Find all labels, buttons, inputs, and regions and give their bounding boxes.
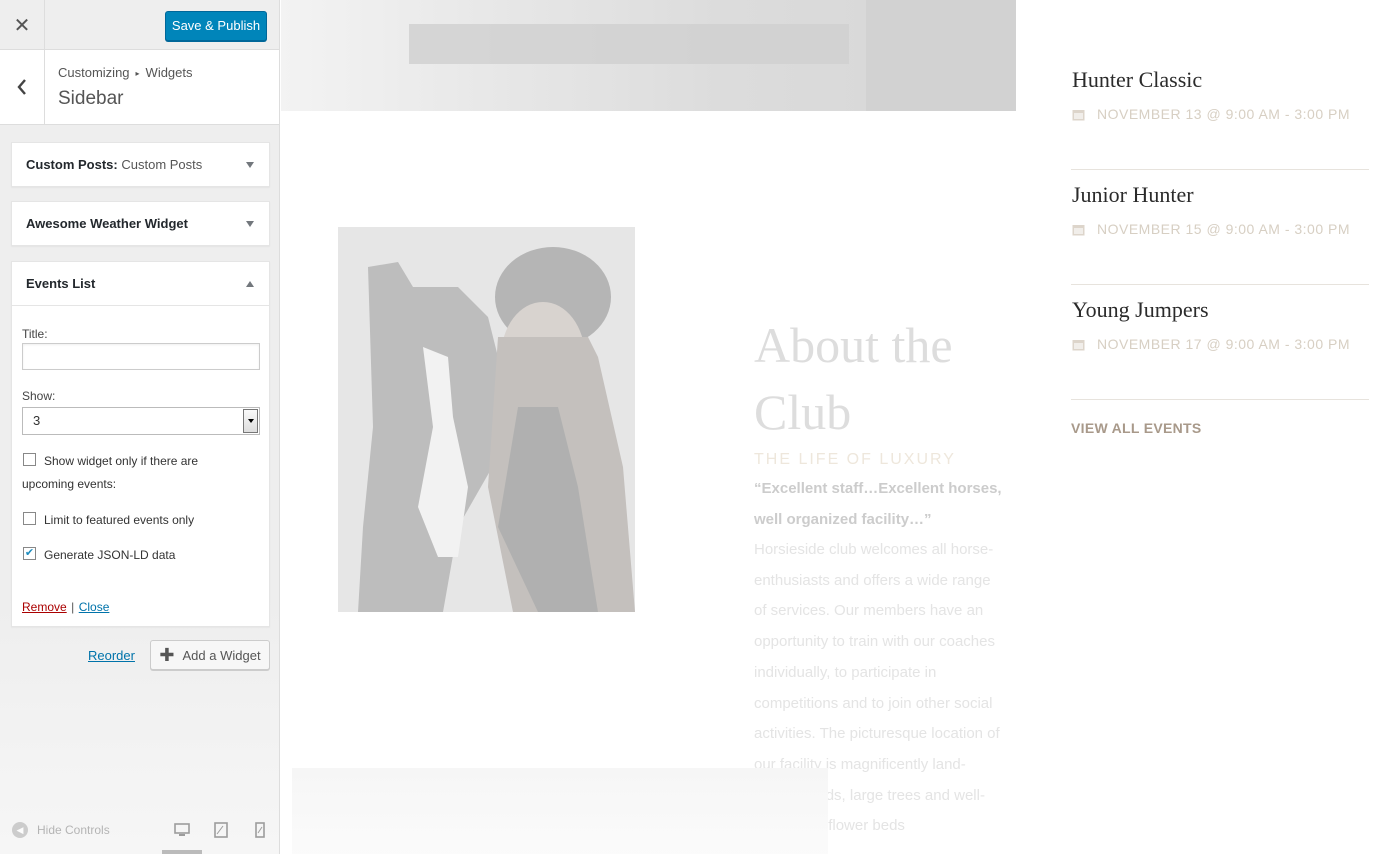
event-date-text: NOVEMBER 15 @ 9:00 AM - 3:00 PM xyxy=(1097,221,1351,237)
hero-band xyxy=(409,24,849,64)
close-customizer-button[interactable]: ✕ xyxy=(0,0,45,50)
tablet-icon[interactable] xyxy=(214,822,228,838)
hero-shade xyxy=(866,0,1016,111)
photo-illustration xyxy=(338,227,635,612)
widget-subtitle: Custom Posts xyxy=(121,157,203,172)
reorder-link[interactable]: Reorder xyxy=(88,648,135,663)
view-all-events-link[interactable]: VIEW ALL EVENTS xyxy=(1071,420,1202,436)
widget-header[interactable]: Custom Posts: Custom Posts xyxy=(12,143,269,186)
event-date: NOVEMBER 17 @ 9:00 AM - 3:00 PM xyxy=(1072,336,1350,352)
hide-controls-button[interactable]: ◀ Hide Controls xyxy=(12,822,110,838)
event-date-text: NOVEMBER 13 @ 9:00 AM - 3:00 PM xyxy=(1097,106,1351,122)
json-ld-label: Generate JSON-LD data xyxy=(44,548,176,562)
desktop-icon[interactable] xyxy=(174,822,190,838)
remove-link[interactable]: Remove xyxy=(22,600,67,614)
customizer-footer: ◀ Hide Controls xyxy=(0,812,279,854)
json-ld-checkbox[interactable]: ✔ xyxy=(23,547,36,560)
breadcrumb-section: Widgets xyxy=(145,65,193,80)
plus-icon: ✚ xyxy=(159,645,175,665)
widget-title: Custom Posts xyxy=(26,157,114,172)
customizer-header: ✕ Save & Publish xyxy=(0,0,279,50)
about-subtitle: THE LIFE OF LUXURY xyxy=(754,451,956,468)
add-widget-button[interactable]: ✚ Add a Widget xyxy=(150,640,270,670)
customizer-sidebar: ✕ Save & Publish Customizing ▸ Widgets Sid… xyxy=(0,0,280,854)
widget-title: Events List xyxy=(26,276,96,291)
save-publish-button[interactable]: Save & Publish xyxy=(165,11,267,41)
about-quote: “Excellent staff…Excellent horses, well … xyxy=(754,480,1002,528)
upcoming-only-label: Show widget only if there are upcoming e… xyxy=(22,454,199,491)
featured-only-label: Limit to featured events only xyxy=(44,513,195,527)
title-label: Title: xyxy=(22,327,48,341)
event-title[interactable]: Hunter Classic xyxy=(1072,67,1202,93)
breadcrumb: Customizing ▸ Widgets xyxy=(58,65,193,80)
widget-title: Awesome Weather Widget xyxy=(26,216,188,231)
chevron-left-icon xyxy=(17,79,26,95)
show-select[interactable]: 3 xyxy=(22,407,260,435)
event-title[interactable]: Junior Hunter xyxy=(1072,182,1194,208)
close-link[interactable]: Close xyxy=(79,600,110,614)
show-label: Show: xyxy=(22,389,56,403)
breadcrumb-arrow-icon: ▸ xyxy=(135,69,140,78)
breadcrumb-root: Customizing xyxy=(58,65,130,80)
widget-header[interactable]: Events List xyxy=(12,262,269,305)
site-preview: About the Club THE LIFE OF LUXURY “Excel… xyxy=(281,0,1399,854)
panel-header: Customizing ▸ Widgets Sidebar xyxy=(0,50,279,125)
widget-custom-posts: Custom Posts: Custom Posts xyxy=(11,142,270,187)
widget-actions: Remove | Close xyxy=(22,598,109,616)
show-select-value: 3 xyxy=(33,413,41,428)
chevron-down-icon[interactable] xyxy=(243,409,258,433)
event-date: NOVEMBER 13 @ 9:00 AM - 3:00 PM xyxy=(1072,106,1350,122)
hero-image xyxy=(281,0,1016,111)
widget-form: Title: Show: 3 Show widget only if there… xyxy=(12,305,269,626)
event-item: Hunter Classic NOVEMBER 13 @ 9:00 AM - 3… xyxy=(1071,55,1369,170)
active-device-indicator xyxy=(162,850,202,854)
mobile-icon[interactable] xyxy=(255,822,265,838)
about-title: About the Club xyxy=(754,317,953,440)
close-icon: ✕ xyxy=(13,14,31,37)
title-input[interactable] xyxy=(22,343,260,370)
featured-only-checkbox[interactable] xyxy=(23,512,36,525)
calendar-icon xyxy=(1072,339,1085,350)
event-item: Junior Hunter NOVEMBER 15 @ 9:00 AM - 3:… xyxy=(1071,170,1369,285)
collapse-icon: ◀ xyxy=(12,822,28,838)
event-item: Young Jumpers NOVEMBER 17 @ 9:00 AM - 3:… xyxy=(1071,285,1369,400)
section-fade xyxy=(292,768,828,854)
calendar-icon xyxy=(1072,109,1085,120)
action-separator: | xyxy=(71,600,75,614)
event-date-text: NOVEMBER 17 @ 9:00 AM - 3:00 PM xyxy=(1097,336,1351,352)
add-widget-label: Add a Widget xyxy=(182,647,261,663)
back-button[interactable] xyxy=(0,50,45,124)
panel-title: Sidebar xyxy=(58,88,124,109)
widget-header[interactable]: Awesome Weather Widget xyxy=(12,202,269,245)
expand-arrow-icon[interactable] xyxy=(246,161,254,168)
hide-controls-label: Hide Controls xyxy=(37,823,110,837)
checkmark-icon: ✔ xyxy=(24,547,35,559)
expand-arrow-icon[interactable] xyxy=(246,220,254,227)
event-title[interactable]: Young Jumpers xyxy=(1072,297,1209,323)
widget-awesome-weather: Awesome Weather Widget xyxy=(11,201,270,246)
horse-rider-photo xyxy=(338,227,635,612)
collapse-arrow-icon[interactable] xyxy=(246,280,254,287)
widget-events-list: Events List Title: Show: 3 Show widget o… xyxy=(11,261,270,627)
events-list: Hunter Classic NOVEMBER 13 @ 9:00 AM - 3… xyxy=(1071,55,1369,400)
event-date: NOVEMBER 15 @ 9:00 AM - 3:00 PM xyxy=(1072,221,1350,237)
calendar-icon xyxy=(1072,224,1085,235)
